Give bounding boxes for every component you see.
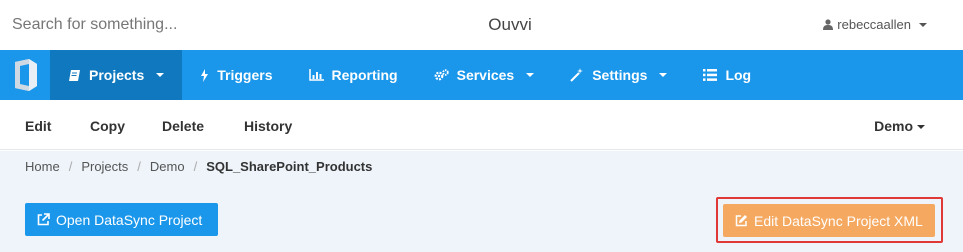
nav-triggers[interactable]: Triggers [182, 50, 290, 100]
open-datasync-project-button[interactable]: Open DataSync Project [25, 203, 218, 236]
bolt-icon [200, 68, 209, 82]
nav-services-label: Services [456, 67, 515, 83]
edit-datasync-project-xml-button[interactable]: Edit DataSync Project XML [723, 204, 935, 237]
environment-label: Demo [874, 118, 913, 134]
nav-log[interactable]: Log [685, 50, 769, 100]
breadcrumb-demo[interactable]: Demo [150, 159, 185, 174]
history-link[interactable]: History [244, 118, 292, 134]
nav-settings[interactable]: Settings [552, 50, 685, 100]
sub-navbar: Edit Copy Delete History Demo [0, 100, 963, 150]
content-area: Home / Projects / Demo / SQL_SharePoint_… [0, 151, 963, 252]
user-icon [823, 19, 834, 30]
chevron-down-icon [156, 73, 165, 77]
edit-datasync-project-xml-label: Edit DataSync Project XML [754, 212, 923, 229]
cogs-icon [434, 68, 449, 82]
list-icon [703, 69, 718, 81]
nav-services[interactable]: Services [416, 50, 553, 100]
chevron-down-icon [659, 73, 668, 77]
app-logo[interactable] [0, 50, 50, 100]
nav-projects[interactable]: Projects [50, 50, 183, 100]
book-icon [68, 69, 81, 82]
breadcrumb-separator: / [137, 159, 141, 174]
edit-icon [735, 214, 748, 227]
chevron-down-icon [917, 125, 925, 130]
nav-log-label: Log [725, 67, 752, 83]
main-navbar: Projects Triggers Reporting Services Set… [0, 50, 963, 100]
nav-settings-label: Settings [592, 67, 648, 83]
magic-wand-icon [570, 68, 584, 82]
breadcrumb-separator: / [193, 159, 198, 174]
open-datasync-project-label: Open DataSync Project [56, 211, 203, 228]
chevron-down-icon [526, 73, 535, 77]
nav-reporting[interactable]: Reporting [291, 50, 416, 100]
delete-link[interactable]: Delete [162, 118, 204, 134]
nav-projects-label: Projects [89, 67, 145, 83]
search-input[interactable] [0, 4, 330, 46]
app-title: Ouvvi [488, 15, 532, 34]
edit-link[interactable]: Edit [25, 118, 51, 134]
top-bar: Ouvvi rebeccaallen [0, 0, 963, 50]
breadcrumb-projects[interactable]: Projects [81, 159, 128, 174]
nav-triggers-label: Triggers [217, 67, 273, 83]
breadcrumb-home[interactable]: Home [25, 159, 60, 174]
nav-reporting-label: Reporting [331, 67, 398, 83]
environment-dropdown[interactable]: Demo [874, 118, 925, 134]
breadcrumb-current: SQL_SharePoint_Products [206, 159, 373, 174]
breadcrumb: Home / Projects / Demo / SQL_SharePoint_… [25, 159, 372, 174]
chevron-down-icon [919, 22, 927, 27]
copy-link[interactable]: Copy [90, 118, 125, 134]
bar-chart-icon [308, 69, 324, 81]
user-name: rebeccaallen [837, 17, 911, 32]
user-menu[interactable]: rebeccaallen [823, 17, 927, 32]
external-link-icon [37, 213, 50, 226]
breadcrumb-separator: / [68, 159, 73, 174]
